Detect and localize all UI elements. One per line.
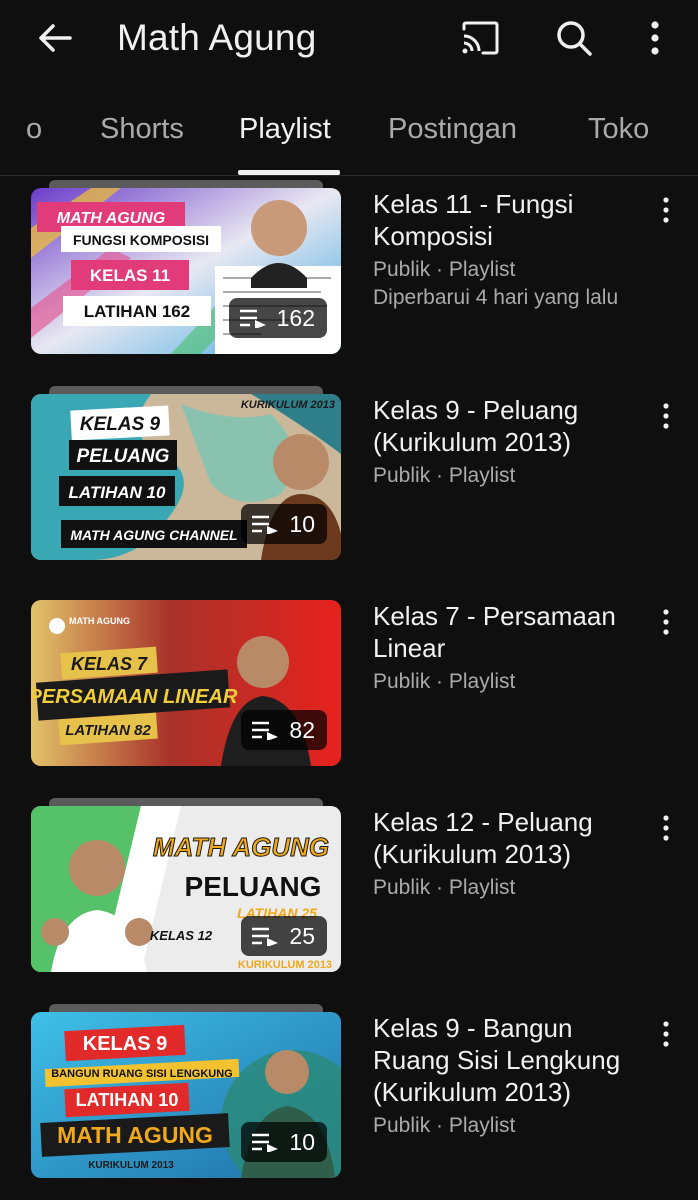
thumb-text: LATIHAN 162 [84, 302, 190, 321]
thumb-text: LATIHAN 82 [65, 722, 151, 739]
back-arrow-icon [39, 24, 72, 52]
thumb-text: MATH AGUNG [57, 210, 165, 227]
playlist-meta: Publik · Playlist [373, 876, 516, 899]
playlist-icon [239, 309, 266, 328]
more-vert-icon [663, 1021, 669, 1047]
playlist-meta: Publik · Playlist [373, 258, 516, 281]
video-count: 82 [289, 716, 315, 743]
video-count: 25 [289, 922, 315, 949]
playlist-title: Kelas 11 - Fungsi Komposisi [373, 189, 574, 251]
thumb-text: LATIHAN 10 [69, 483, 167, 502]
playlist-icon [252, 1133, 279, 1152]
video-count-badge: 25 [241, 916, 327, 956]
playlist-menu-button[interactable] [650, 602, 682, 642]
thumb-text: FUNGSI KOMPOSISI [73, 232, 209, 248]
video-count: 162 [276, 304, 315, 331]
playlist-meta: Publik · Playlist [373, 464, 516, 487]
playlist-item[interactable]: MATH AGUNG FUNGSI KOMPOSISI KELAS 11 LAT… [0, 176, 698, 382]
playlist-icon [252, 515, 279, 534]
cast-icon [462, 21, 499, 55]
thumb-text: PELUANG [77, 446, 170, 467]
tab-playlist[interactable]: Playlist [239, 112, 331, 146]
app-bar: Math Agung [0, 0, 698, 78]
active-tab-indicator [238, 170, 340, 175]
playlist-info[interactable]: Kelas 12 - Peluang (Kurikulum 2013) Publ… [373, 806, 653, 902]
thumb-logo-text: MATH AGUNG [69, 616, 130, 626]
thumb-text: PERSAMAAN LINEAR [31, 686, 238, 708]
playlist-menu-button[interactable] [650, 190, 682, 230]
playlist-info[interactable]: Kelas 9 - Peluang (Kurikulum 2013) Publi… [373, 394, 653, 490]
playlist-meta: Publik · Playlist [373, 670, 516, 693]
search-button[interactable] [550, 14, 598, 62]
thumb-text: KURIKULUM 2013 [88, 1160, 174, 1171]
playlist-icon [252, 721, 279, 740]
playlist-title: Kelas 9 - Peluang (Kurikulum 2013) [373, 395, 579, 457]
tab-shorts[interactable]: Shorts [100, 112, 184, 146]
playlist-title: Kelas 12 - Peluang (Kurikulum 2013) [373, 807, 593, 869]
playlist-meta: Publik · Playlist [373, 1114, 516, 1137]
thumb-text: KURIKULUM 2013 [238, 959, 332, 971]
thumb-text: KELAS 9 [83, 1033, 167, 1055]
playlist-menu-button[interactable] [650, 1014, 682, 1054]
tab-toko[interactable]: Toko [588, 112, 649, 146]
playlist-info[interactable]: Kelas 11 - Fungsi Komposisi Publik · Pla… [373, 188, 653, 312]
cast-button[interactable] [456, 14, 504, 62]
video-count-badge: 82 [241, 710, 327, 750]
playlist-item[interactable]: KURIKULUM 2013 KELAS 9 PELUANG LATIHAN 1… [0, 382, 698, 588]
channel-tabs: o Shorts Playlist Postingan Toko [0, 78, 698, 176]
thumb-text: MATH AGUNG [57, 1122, 213, 1148]
video-count-badge: 10 [241, 504, 327, 544]
playlist-info[interactable]: Kelas 7 - Persamaan Linear Publik · Play… [373, 600, 653, 696]
thumb-text: PELUANG [185, 871, 322, 902]
video-count-badge: 162 [228, 298, 327, 338]
playlist-item[interactable]: MATH AGUNG PELUANG KELAS 12 LATIHAN 25 K… [0, 794, 698, 1000]
playlist-thumbnail[interactable]: MATH AGUNG FUNGSI KOMPOSISI KELAS 11 LAT… [31, 180, 341, 354]
playlist-info[interactable]: Kelas 9 - Bangun Ruang Sisi Lengkung (Ku… [373, 1012, 653, 1140]
video-count: 10 [289, 1128, 315, 1155]
thumb-text: KELAS 12 [150, 928, 213, 943]
playlist-icon [252, 927, 279, 946]
playlist-menu-button[interactable] [650, 396, 682, 436]
thumb-text: KELAS 7 [71, 654, 148, 674]
more-vert-icon [663, 197, 669, 223]
thumb-text: KELAS 9 [80, 414, 161, 435]
more-options-button[interactable] [631, 14, 679, 62]
video-count: 10 [289, 510, 315, 537]
playlist-item[interactable]: MATH AGUNG KELAS 7 PERSAMAAN LINEAR LATI… [0, 588, 698, 794]
more-vert-icon [663, 815, 669, 841]
tab-partial[interactable]: o [26, 112, 42, 146]
more-vert-icon [663, 403, 669, 429]
playlist-title: Kelas 9 - Bangun Ruang Sisi Lengkung (Ku… [373, 1013, 621, 1107]
video-count-badge: 10 [241, 1122, 327, 1162]
tab-postingan[interactable]: Postingan [388, 112, 517, 146]
playlist-title: Kelas 7 - Persamaan Linear [373, 601, 616, 663]
channel-title: Math Agung [117, 17, 317, 58]
playlist-thumbnail[interactable]: KELAS 9 BANGUN RUANG SISI LENGKUNG LATIH… [31, 1004, 341, 1178]
playlist-thumbnail[interactable]: MATH AGUNG PELUANG KELAS 12 LATIHAN 25 K… [31, 798, 341, 972]
playlist-thumbnail[interactable]: KURIKULUM 2013 KELAS 9 PELUANG LATIHAN 1… [31, 386, 341, 560]
thumb-text: BANGUN RUANG SISI LENGKUNG [51, 1068, 233, 1080]
playlist-thumbnail[interactable]: MATH AGUNG KELAS 7 PERSAMAAN LINEAR LATI… [31, 600, 341, 766]
thumb-text: KELAS 11 [90, 266, 170, 285]
back-button[interactable] [30, 14, 78, 62]
more-vert-icon [651, 21, 659, 55]
search-icon [557, 21, 592, 56]
more-vert-icon [663, 609, 669, 635]
playlist-item[interactable]: KELAS 9 BANGUN RUANG SISI LENGKUNG LATIH… [0, 1000, 698, 1200]
thumb-text: MATH AGUNG CHANNEL [70, 527, 237, 543]
thumb-text: MATH AGUNG [153, 832, 329, 862]
playlist-menu-button[interactable] [650, 808, 682, 848]
thumb-text: KURIKULUM 2013 [241, 399, 335, 411]
thumb-text: LATIHAN 10 [76, 1090, 179, 1110]
playlist-updated: Diperbarui 4 hari yang lalu [373, 286, 619, 309]
